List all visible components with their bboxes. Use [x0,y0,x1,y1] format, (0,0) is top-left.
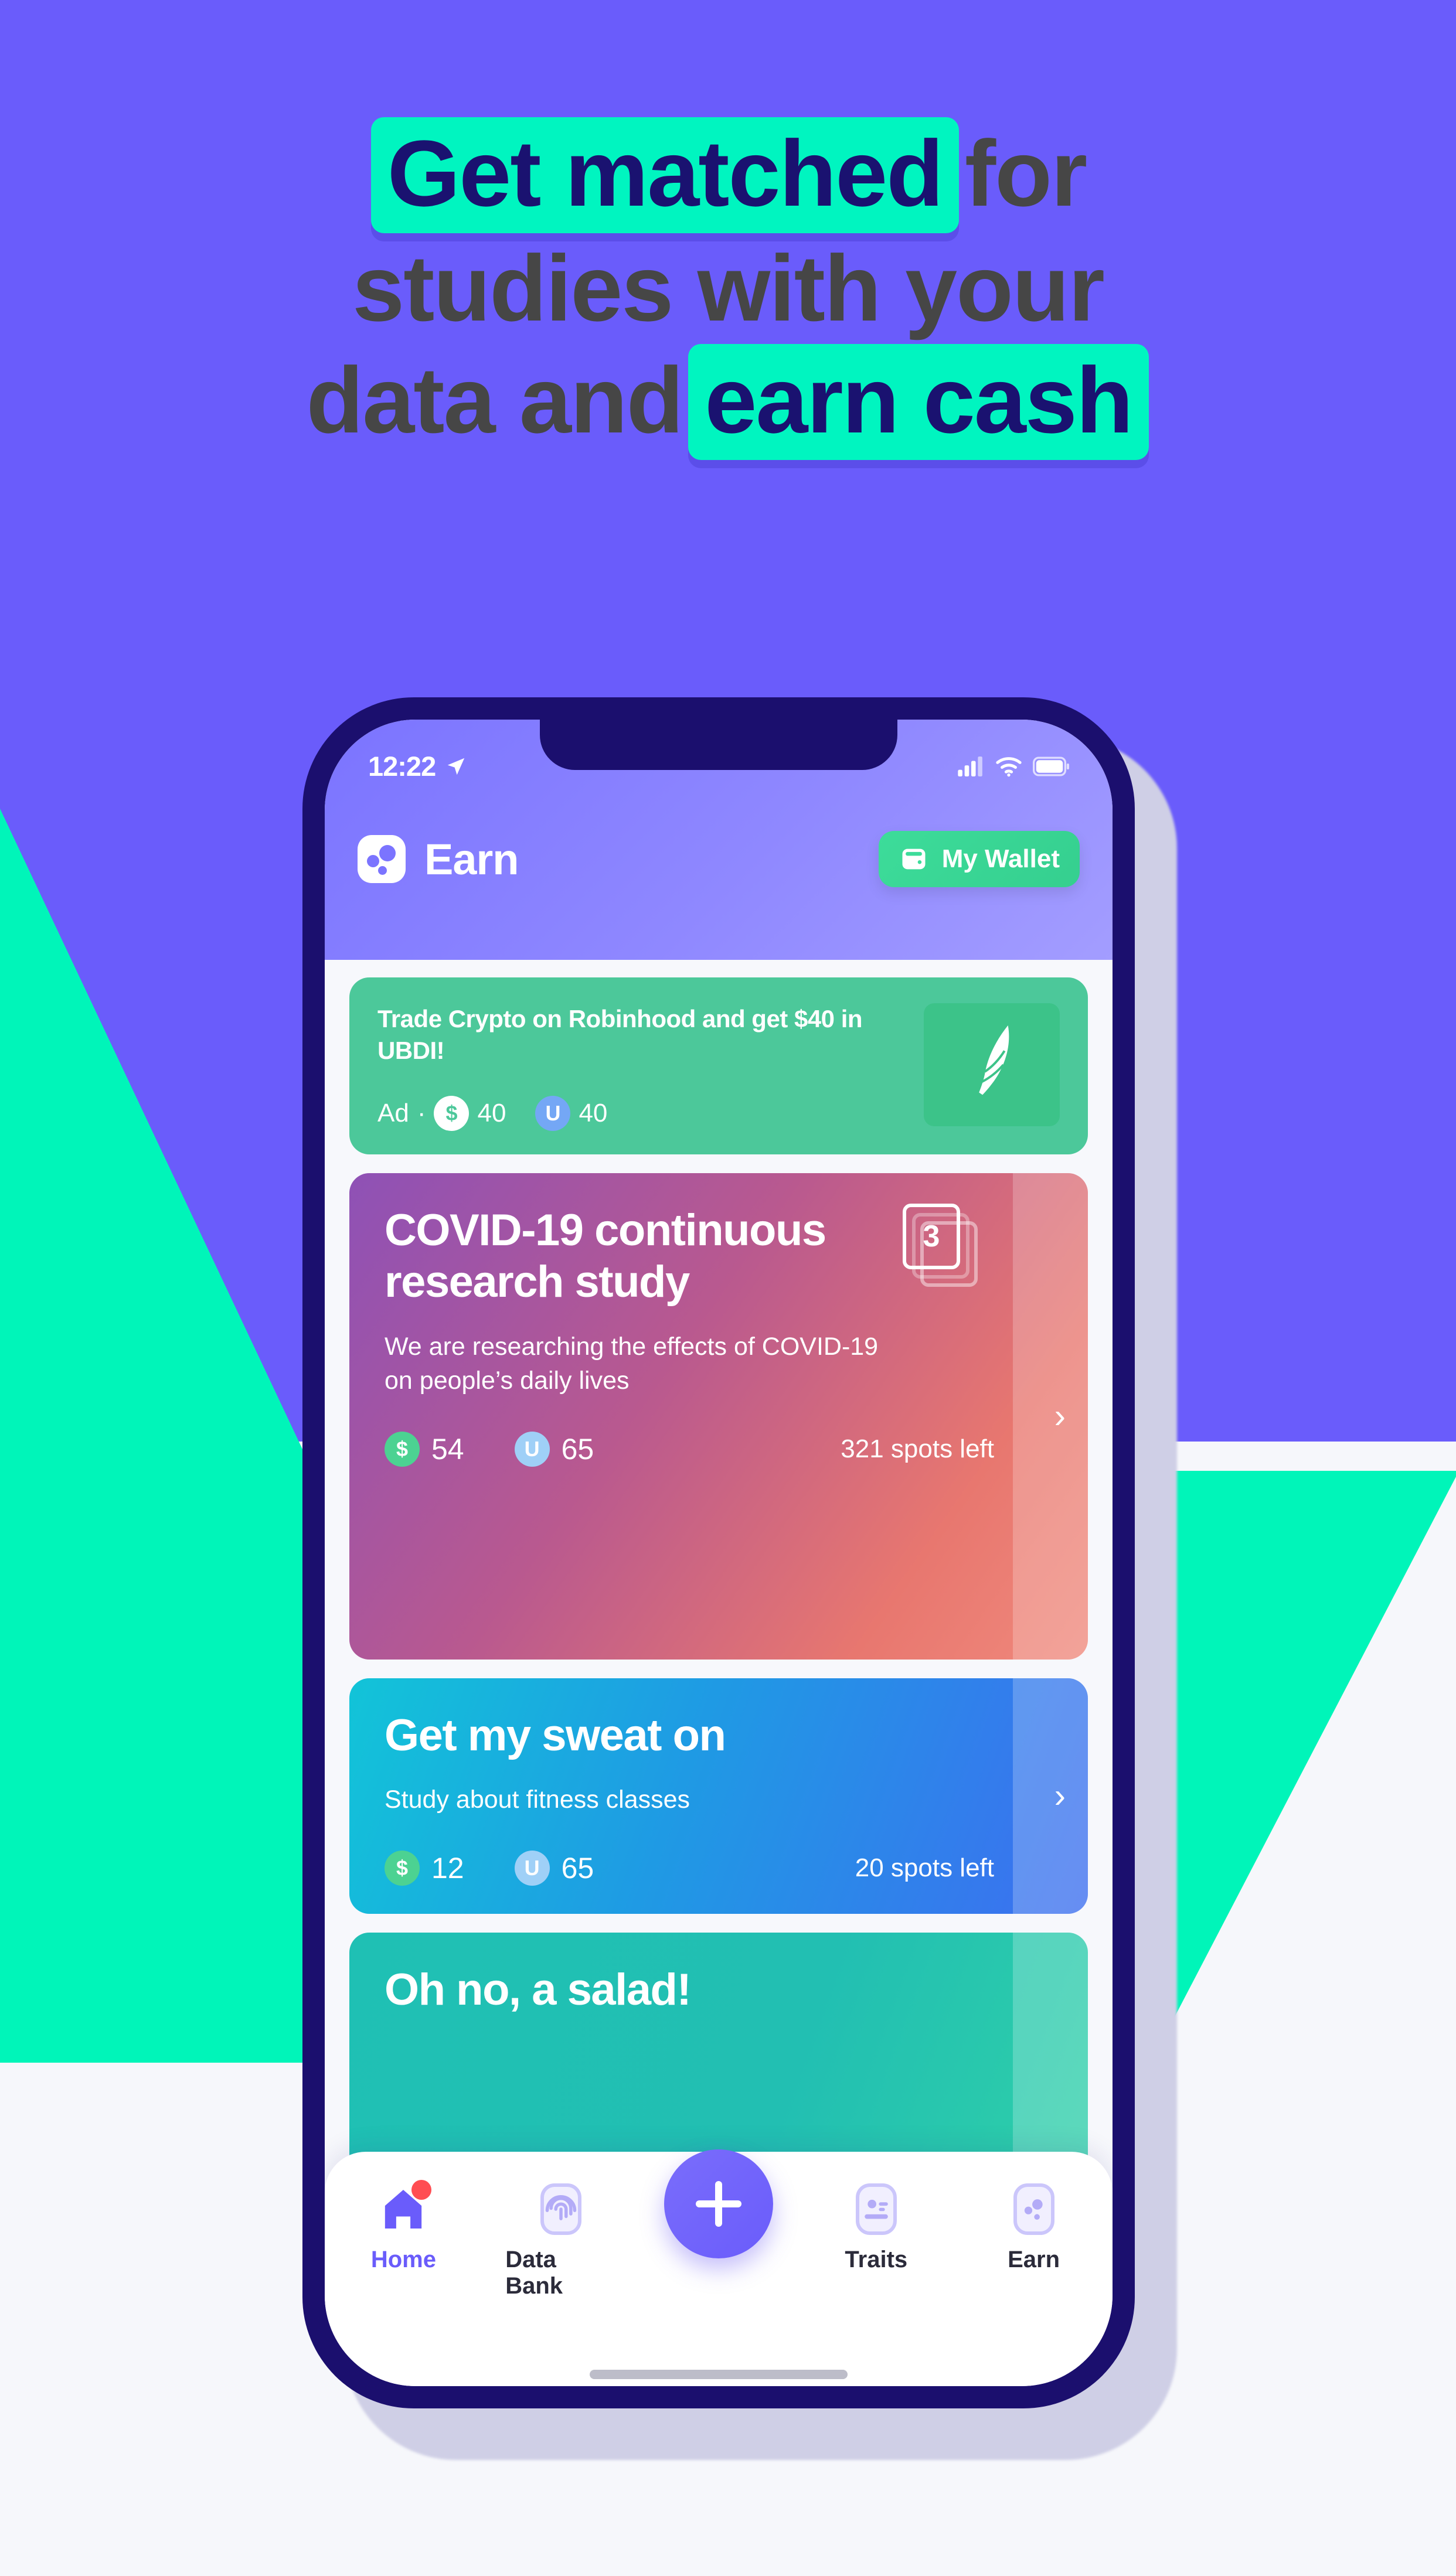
hero-line-1: Get matched for [0,117,1456,233]
ad-cash-value: 40 [477,1098,506,1127]
tab-traits-label: Traits [845,2247,908,2272]
dollar-coin-icon: $ [385,1851,420,1886]
status-bar: 12:22 [325,750,1113,782]
card-peek-strip [1013,1173,1088,1660]
tab-earn-label: Earn [1008,2247,1060,2272]
chevron-right-icon[interactable]: › [1054,1778,1066,1813]
study-card-sweat[interactable]: › Get my sweat on Study about fitness cl… [349,1678,1088,1914]
study-cash-value: 54 [431,1433,464,1466]
home-indicator [590,2370,848,2379]
page-title: Earn [424,834,519,884]
earn-bubbles-icon [1008,2183,1060,2235]
ubdi-token-icon: U [514,1432,550,1467]
study-title: Oh no, a salad! [385,1965,692,2015]
advertisement-card[interactable]: Trade Crypto on Robinhood and get $40 in… [349,977,1088,1154]
tab-data-bank-label: Data Bank [505,2247,563,2299]
card-peek-strip [1013,1933,1088,2179]
bottom-tab-bar[interactable]: Home Data Bank Traits Earn [325,2149,1113,2386]
study-stats-row: $ 12 U 65 20 spots left [385,1851,1053,1886]
my-wallet-button[interactable]: My Wallet [878,831,1080,887]
ad-ubdi-value: 40 [579,1098,608,1127]
add-button[interactable] [664,2149,773,2258]
wallet-icon [902,849,926,870]
study-ubdi-value: 65 [561,1433,594,1466]
hero-highlight-earn-cash: earn cash [688,343,1149,460]
hero-plain-studies: studies with your [352,236,1105,340]
study-title: Get my sweat on [385,1710,726,1760]
home-icon [377,2180,432,2235]
study-feed[interactable]: Trade Crypto on Robinhood and get $40 in… [325,960,1113,2179]
stack-count: 3 [923,1219,940,1253]
hero-plain-for: for [964,121,1087,226]
hero-plain-data-and: data and [306,347,684,452]
fingerprint-icon [535,2183,587,2235]
app-header: 12:22 Earn My Wallet [325,720,1113,960]
hero-line-2: studies with your [0,233,1456,344]
card-stack-icon: 3 [890,1201,978,1295]
ad-label: Ad [377,1098,409,1127]
study-cash-value: 12 [431,1852,464,1885]
tab-traits[interactable]: Traits [821,2183,932,2273]
study-stats-row: $ 54 U 65 321 spots left [385,1432,1053,1467]
study-subtitle: We are researching the effects of COVID-… [385,1333,879,1395]
hero-line-3: data and earn cash [0,343,1456,460]
hero-highlight-matched: Get matched [370,117,959,233]
phone-screen: 12:22 Earn My Wallet Trade Crypto on Rob… [325,720,1113,2386]
study-card-salad[interactable]: Oh no, a salad! [349,1933,1088,2179]
ad-separator: · [417,1098,426,1127]
chevron-right-icon[interactable]: › [1054,1399,1066,1433]
cellular-bars-icon [958,756,982,776]
tab-earn[interactable]: Earn [978,2183,1090,2273]
wifi-icon [996,757,1022,776]
battery-full-icon [1033,756,1069,776]
dollar-coin-icon: $ [385,1432,420,1467]
ad-headline: Trade Crypto on Robinhood and get $40 in… [377,1005,863,1064]
tab-home[interactable]: Home [348,2180,459,2273]
status-clock: 12:22 [368,751,436,782]
ad-meta-row: Ad · $ 40 U 40 [377,1095,912,1131]
hero-headline: Get matched for studies with your data an… [0,117,1456,460]
card-peek-strip [1013,1678,1088,1914]
location-arrow-icon [447,758,465,775]
dollar-coin-icon: $ [434,1095,470,1131]
ubdi-token-icon: U [535,1095,571,1131]
ubdi-token-icon: U [514,1851,550,1886]
study-ubdi-value: 65 [561,1852,594,1885]
id-card-icon [851,2183,902,2235]
phone-mockup: 12:22 Earn My Wallet Trade Crypto on Rob… [302,697,1135,2408]
app-title-bar: Earn My Wallet [325,831,1113,887]
study-title: COVID-19 continuous research study [385,1205,826,1307]
robinhood-feather-icon [924,1003,1060,1126]
earn-app-logo-icon [358,835,406,883]
study-subtitle: Study about fitness classes [385,1786,690,1814]
study-card-covid[interactable]: › 3 COVID-19 continuous research study W… [349,1173,1088,1660]
tab-home-label: Home [370,2247,436,2272]
my-wallet-label: My Wallet [941,844,1060,873]
tab-data-bank[interactable]: Data Bank [505,2183,617,2299]
